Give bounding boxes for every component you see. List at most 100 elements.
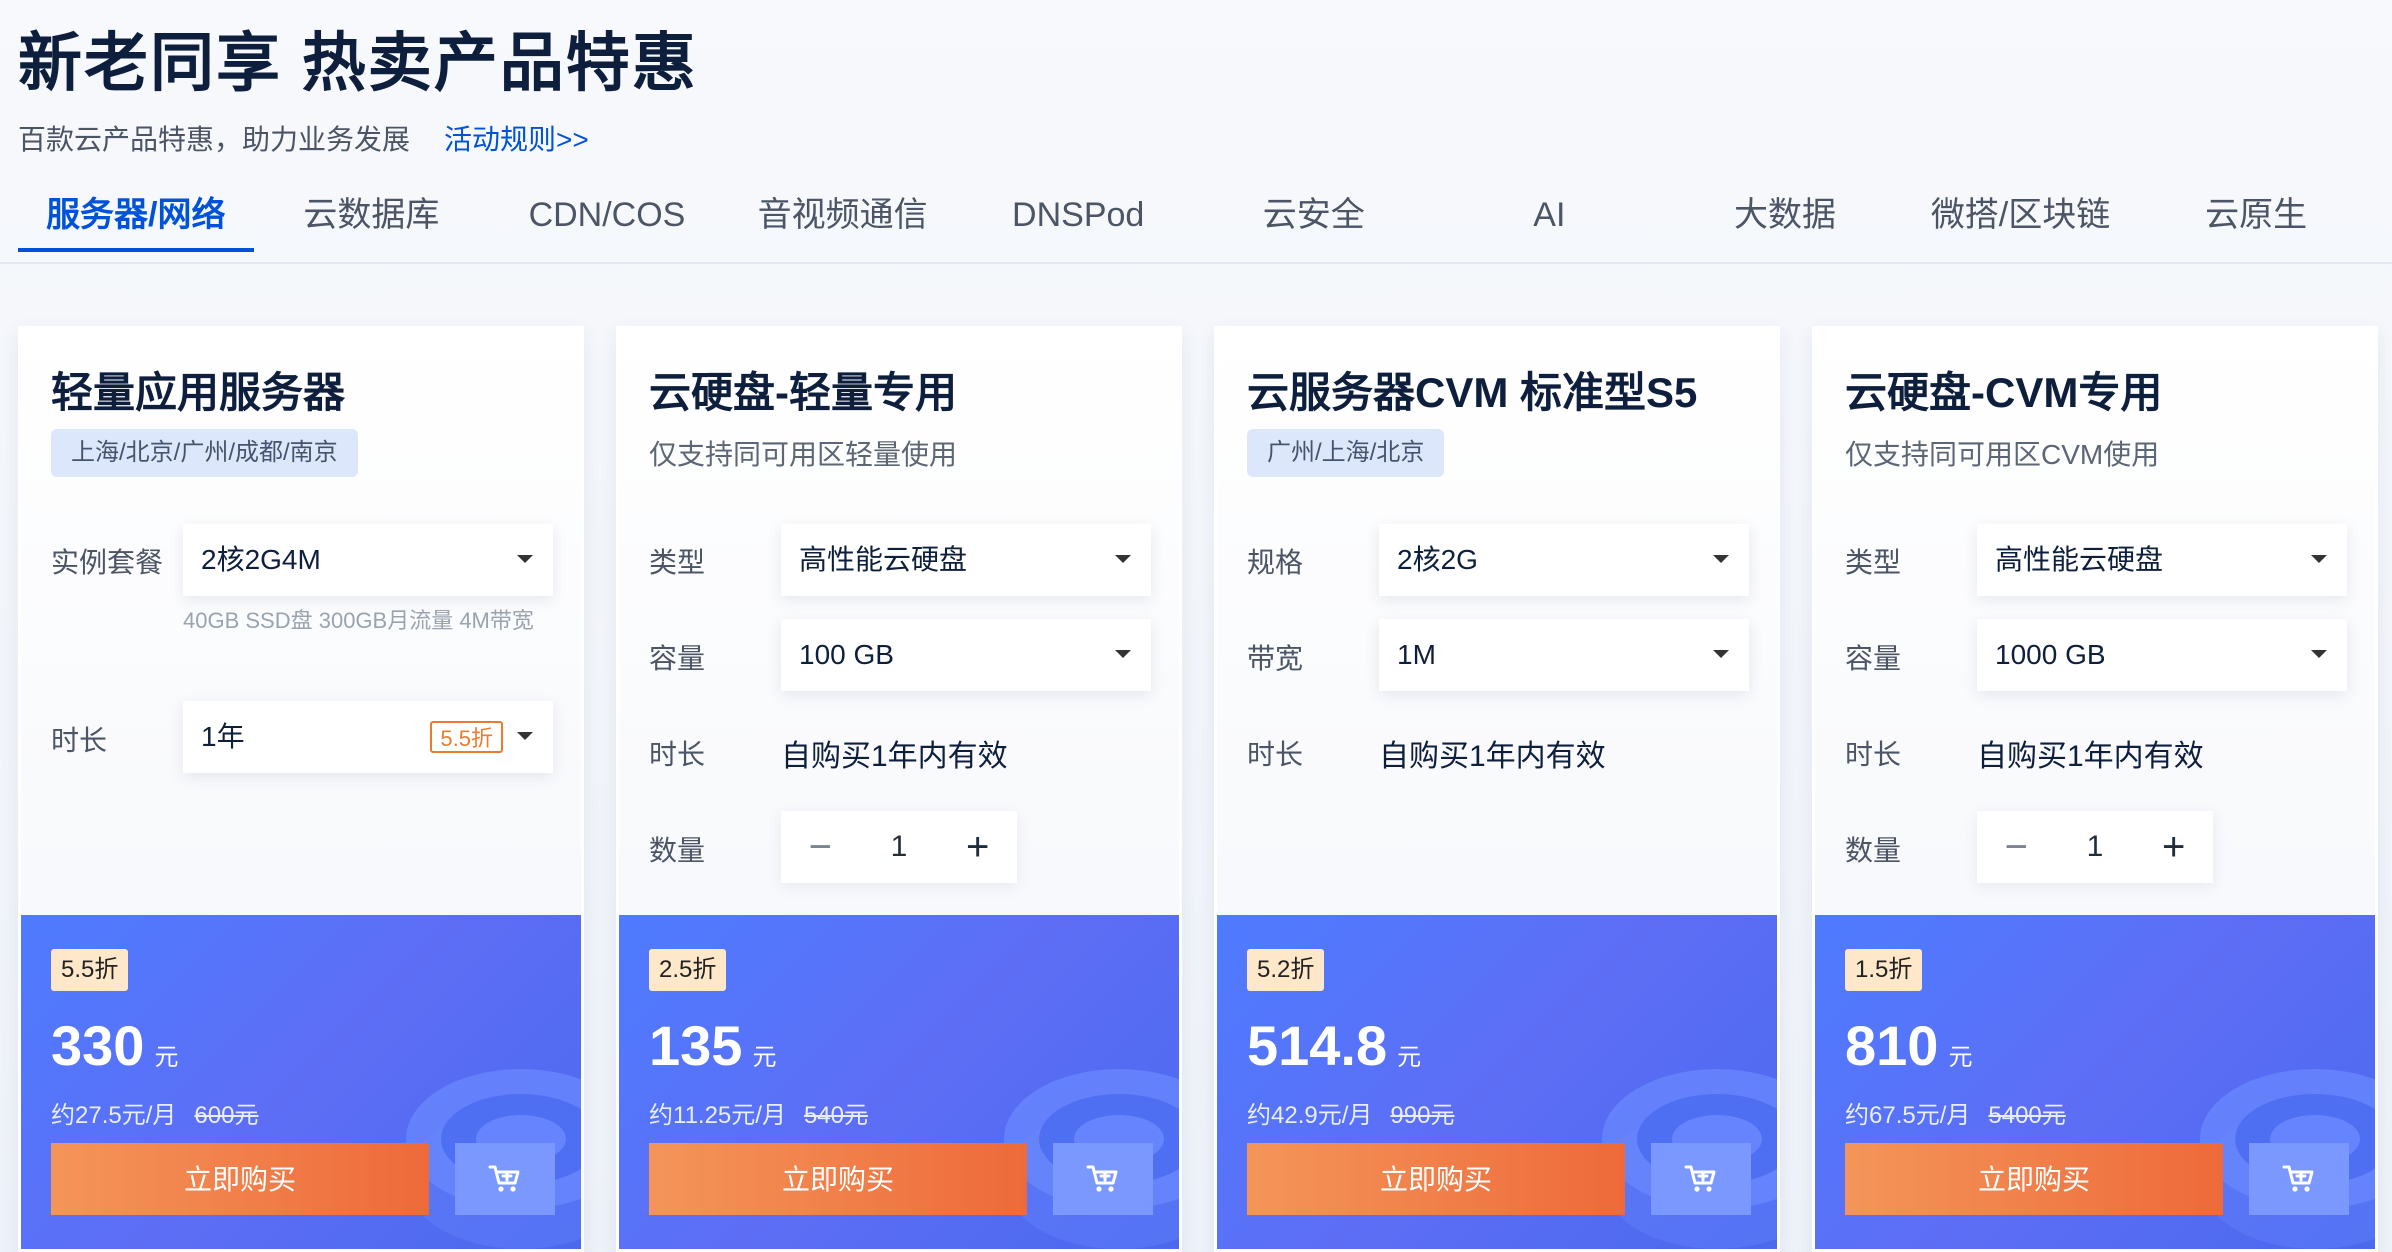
type-label: 类型 [649,547,706,578]
region-tag: 广州/上海/北京 [1247,429,1445,477]
price-unit: 元 [154,1044,179,1071]
disk-decoration-icon [406,1069,581,1249]
bandwidth-select[interactable]: 1M [1379,619,1749,691]
product-card-lighthouse: 轻量应用服务器 上海/北京/广州/成都/南京 实例套餐 2核2G4M 40GB … [18,326,584,1252]
capacity-select[interactable]: 100 GB [781,619,1151,691]
spec-label: 实例套餐 [51,547,164,578]
type-select-value: 高性能云硬盘 [799,544,968,575]
original-price: 990元 [1390,1102,1455,1129]
monthly-price-value: 约11.25元/月 [649,1102,786,1129]
tab-ai[interactable]: AI [1432,186,1668,262]
spec-select[interactable]: 2核2G4M [183,524,553,596]
chevron-down-icon [1115,650,1131,658]
quantity-label: 数量 [1845,835,1902,866]
discount-badge: 2.5折 [649,949,727,991]
duration-label: 时长 [649,739,706,770]
product-card-cvm-s5: 云服务器CVM 标准型S5 广州/上海/北京 规格 2核2G 带宽 1M 时长 … [1214,326,1780,1252]
capacity-select-value: 1000 GB [1995,639,2106,670]
discount-badge: 1.5折 [1845,949,1923,991]
type-label: 类型 [1845,547,1902,578]
tab-cloud-native[interactable]: 云原生 [2138,186,2374,262]
tab-cdn-cos[interactable]: CDN/COS [489,186,725,262]
card-title: 云硬盘-轻量专用 [649,369,957,416]
rules-link[interactable]: 活动规则>> [444,124,589,155]
tab-security[interactable]: 云安全 [1196,186,1432,262]
tab-av-communication[interactable]: 音视频通信 [725,186,961,262]
price: 135 元 [649,1013,776,1078]
cart-icon [2282,1165,2314,1192]
duration-select[interactable]: 1年 5.5折 [183,701,553,773]
chevron-down-icon [1115,555,1131,563]
quantity-input[interactable]: 1 [2056,811,2135,883]
bandwidth-label: 带宽 [1247,643,1304,674]
quantity-increment-button[interactable]: + [2134,811,2213,883]
price-unit: 元 [752,1044,777,1071]
card-title: 轻量应用服务器 [51,369,346,416]
price-unit: 元 [1397,1044,1422,1071]
add-to-cart-button[interactable] [2249,1143,2349,1215]
quantity-decrement-button[interactable]: − [1977,811,2056,883]
chevron-down-icon [1713,650,1729,658]
buy-now-button[interactable]: 立即购买 [51,1143,429,1215]
monthly-price-value: 约42.9元/月 [1247,1102,1373,1129]
duration-value: 自购买1年内有效 [1379,740,1606,773]
quantity-input[interactable]: 1 [860,811,939,883]
buy-now-button[interactable]: 立即购买 [649,1143,1027,1215]
original-price: 540元 [803,1102,868,1129]
price-value: 810 [1845,1014,1939,1077]
monthly-price: 约27.5元/月 600元 [51,1095,258,1130]
type-select-value: 高性能云硬盘 [1995,544,2164,575]
type-select[interactable]: 高性能云硬盘 [781,524,1151,596]
buy-now-button[interactable]: 立即购买 [1247,1143,1625,1215]
quantity-stepper: − 1 + [1977,811,2213,883]
capacity-select[interactable]: 1000 GB [1977,619,2347,691]
duration-select-value: 1年 [201,721,245,752]
duration-label: 时长 [1247,739,1304,770]
card-title: 云服务器CVM 标准型S5 [1247,369,1698,416]
category-tabs: 服务器/网络 云数据库 CDN/COS 音视频通信 DNSPod 云安全 AI … [18,186,2374,262]
product-card-disk-cvm: 云硬盘-CVM专用 仅支持同可用区CVM使用 类型 高性能云硬盘 容量 1000… [1812,326,2378,1252]
card-note: 仅支持同可用区CVM使用 [1845,439,2160,470]
type-select[interactable]: 高性能云硬盘 [1977,524,2347,596]
spec-select-value: 2核2G4M [201,544,321,575]
tab-weida-blockchain[interactable]: 微搭/区块链 [1903,186,2139,262]
price-panel: 1.5折 810 元 约67.5元/月 5400元 立即购买 [1815,915,2375,1249]
duration-value: 自购买1年内有效 [1977,740,2204,773]
capacity-label: 容量 [1845,643,1902,674]
disk-decoration-icon [2200,1069,2375,1249]
tab-database[interactable]: 云数据库 [254,186,490,262]
price: 810 元 [1845,1013,1972,1078]
card-note: 仅支持同可用区轻量使用 [649,439,958,470]
buy-now-button[interactable]: 立即购买 [1845,1143,2223,1215]
tab-big-data[interactable]: 大数据 [1667,186,1903,262]
price: 330 元 [51,1013,178,1078]
tab-dnspod[interactable]: DNSPod [960,186,1196,262]
bandwidth-select-value: 1M [1397,639,1436,670]
quantity-increment-button[interactable]: + [938,811,1017,883]
price-unit: 元 [1948,1044,1973,1071]
product-card-disk-lighthouse: 云硬盘-轻量专用 仅支持同可用区轻量使用 类型 高性能云硬盘 容量 100 GB… [616,326,1182,1252]
monthly-price: 约42.9元/月 990元 [1247,1095,1454,1130]
quantity-decrement-button[interactable]: − [781,811,860,883]
chevron-down-icon [517,732,533,740]
add-to-cart-button[interactable] [455,1143,555,1215]
original-price: 600元 [194,1102,259,1129]
add-to-cart-button[interactable] [1053,1143,1153,1215]
discount-badge: 5.2折 [1247,949,1325,991]
duration-label: 时长 [51,725,108,756]
original-price: 5400元 [1988,1102,2066,1129]
discount-badge: 5.5折 [51,949,129,991]
monthly-price: 约11.25元/月 540元 [649,1095,868,1130]
spec-select-value: 2核2G [1397,544,1478,575]
quantity-label: 数量 [649,835,706,866]
capacity-label: 容量 [649,643,706,674]
spec-hint: 40GB SSD盘 300GB月流量 4M带宽 [183,608,534,633]
add-to-cart-button[interactable] [1651,1143,1751,1215]
price-value: 330 [51,1014,145,1077]
tab-server-network[interactable]: 服务器/网络 [18,186,254,262]
spec-select[interactable]: 2核2G [1379,524,1749,596]
tabs-divider [0,262,2392,264]
monthly-price-value: 约27.5元/月 [51,1102,177,1129]
disk-decoration-icon [1004,1069,1179,1249]
card-title: 云硬盘-CVM专用 [1845,369,2163,416]
